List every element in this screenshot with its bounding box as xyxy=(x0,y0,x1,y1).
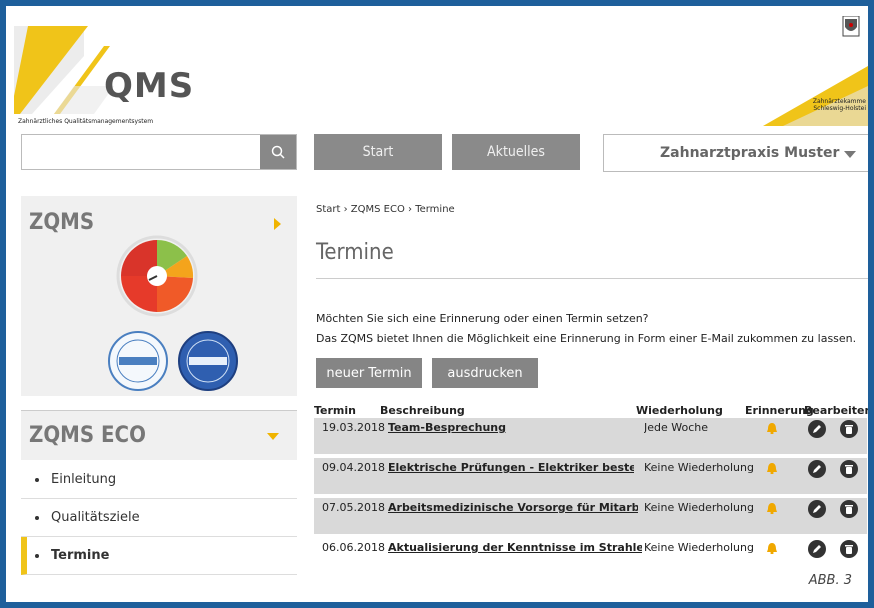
print-button[interactable]: ausdrucken xyxy=(432,358,538,388)
practice-select-value: Zahnarztpraxis Muster xyxy=(660,145,840,161)
app-frame: QMS Zahnärztliches Qualitätsmanagementsy… xyxy=(6,6,868,602)
tuv-seal-dark-icon xyxy=(178,331,238,391)
intro-text-line-2: Das ZQMS bietet Ihnen die Möglichkeit ei… xyxy=(316,332,857,345)
table-row: 07.05.2018 Arbeitsmedizinische Vorsorge … xyxy=(314,498,867,534)
title-divider xyxy=(316,278,868,279)
column-header-beschreibung: Beschreibung xyxy=(380,404,465,417)
pencil-icon xyxy=(813,425,821,433)
sidebar-item-label: Qualitätsziele xyxy=(51,510,140,525)
edit-button[interactable] xyxy=(808,460,826,478)
sidebar-item-label: Termine xyxy=(51,548,110,563)
tuv-seal-light-icon xyxy=(108,331,168,391)
delete-button[interactable] xyxy=(840,460,858,478)
progress-gauge-icon xyxy=(116,235,198,317)
trash-icon xyxy=(845,465,853,474)
row-description-link[interactable]: Elektrische Prüfungen - Elektriker beste… xyxy=(388,458,634,478)
row-date: 19.03.2018 xyxy=(322,421,385,434)
search-box xyxy=(21,134,297,170)
search-input[interactable] xyxy=(22,135,262,169)
chamber-logo[interactable]: Zahnärztekamme Schleswig-Holstei xyxy=(763,15,868,126)
breadcrumb[interactable]: Start › ZQMS ECO › Termine xyxy=(316,204,455,215)
edit-button[interactable] xyxy=(808,500,826,518)
column-header-wiederholung: Wiederholung xyxy=(636,404,723,417)
bell-icon[interactable] xyxy=(766,502,778,514)
chamber-line-2: Schleswig-Holstei xyxy=(813,105,866,112)
sidebar-item-qualitaetsziele[interactable]: Qualitätsziele xyxy=(21,499,297,537)
search-button[interactable] xyxy=(260,135,296,169)
bell-icon[interactable] xyxy=(766,422,778,434)
new-appointment-button[interactable]: neuer Termin xyxy=(316,358,422,388)
column-header-bearbeiten: Bearbeiten xyxy=(804,404,868,417)
pencil-icon xyxy=(813,545,821,553)
pencil-icon xyxy=(813,505,821,513)
trash-icon xyxy=(845,425,853,434)
sidebar-item-label: Einleitung xyxy=(51,472,117,487)
intro-text-line-1: Möchten Sie sich eine Erinnerung oder ei… xyxy=(316,312,649,325)
row-repeat: Jede Woche xyxy=(644,421,709,434)
trash-icon xyxy=(845,545,853,554)
sidebar-eco-title: ZQMS ECO xyxy=(29,423,146,448)
row-date: 07.05.2018 xyxy=(322,501,385,514)
row-repeat: Keine Wiederholung xyxy=(644,461,754,474)
chevron-right-icon[interactable] xyxy=(274,218,281,230)
sidebar-eco-panel[interactable]: ZQMS ECO xyxy=(21,410,297,460)
bullet-icon xyxy=(35,553,39,558)
chamber-name: Zahnärztekamme Schleswig-Holstei xyxy=(813,98,866,112)
sidebar-item-einleitung[interactable]: Einleitung xyxy=(21,461,297,499)
nav-start-button[interactable]: Start xyxy=(314,134,442,170)
sidebar-zqms-panel[interactable]: ZQMS xyxy=(21,196,297,396)
logo-subtitle: Zahnärztliches Qualitätsmanagementsystem xyxy=(18,118,154,125)
nav-aktuelles-button[interactable]: Aktuelles xyxy=(452,134,580,170)
delete-button[interactable] xyxy=(840,500,858,518)
row-description-link[interactable]: Arbeitsmedizinische Vorsorge für Mitarbe… xyxy=(388,498,638,518)
bell-icon[interactable] xyxy=(766,542,778,554)
chevron-down-icon xyxy=(844,151,856,158)
delete-button[interactable] xyxy=(840,540,858,558)
zqms-logo[interactable]: QMS Zahnärztliches Qualitätsmanagementsy… xyxy=(12,26,195,136)
column-header-termin: Termin xyxy=(314,404,356,417)
bullet-icon xyxy=(35,477,39,482)
delete-button[interactable] xyxy=(840,420,858,438)
sidebar-zqms-title: ZQMS xyxy=(29,210,95,235)
logo-title: QMS xyxy=(104,66,195,106)
bell-icon[interactable] xyxy=(766,462,778,474)
trash-icon xyxy=(845,505,853,514)
page-title: Termine xyxy=(316,240,394,265)
figure-label: ABB. 3 xyxy=(808,573,852,588)
table-row: 06.06.2018 Aktualisierung der Kenntnisse… xyxy=(314,538,867,574)
row-description-link[interactable]: Team-Besprechung xyxy=(388,418,634,438)
sidebar-item-termine[interactable]: Termine xyxy=(21,537,297,575)
row-date: 09.04.2018 xyxy=(322,461,385,474)
edit-button[interactable] xyxy=(808,420,826,438)
row-repeat: Keine Wiederholung xyxy=(644,501,754,514)
search-icon xyxy=(271,145,285,159)
row-repeat: Keine Wiederholung xyxy=(644,541,754,554)
chevron-down-icon[interactable] xyxy=(267,433,279,440)
pencil-icon xyxy=(813,465,821,473)
row-description-link[interactable]: Aktualisierung der Kenntnisse im Strahle… xyxy=(388,538,642,558)
edit-button[interactable] xyxy=(808,540,826,558)
bullet-icon xyxy=(35,515,39,520)
table-row: 19.03.2018 Team-Besprechung Jede Woche xyxy=(314,418,867,454)
practice-select[interactable]: Zahnarztpraxis Muster xyxy=(603,134,868,172)
table-row: 09.04.2018 Elektrische Prüfungen - Elekt… xyxy=(314,458,867,494)
chamber-line-1: Zahnärztekamme xyxy=(812,98,866,105)
row-date: 06.06.2018 xyxy=(322,541,385,554)
